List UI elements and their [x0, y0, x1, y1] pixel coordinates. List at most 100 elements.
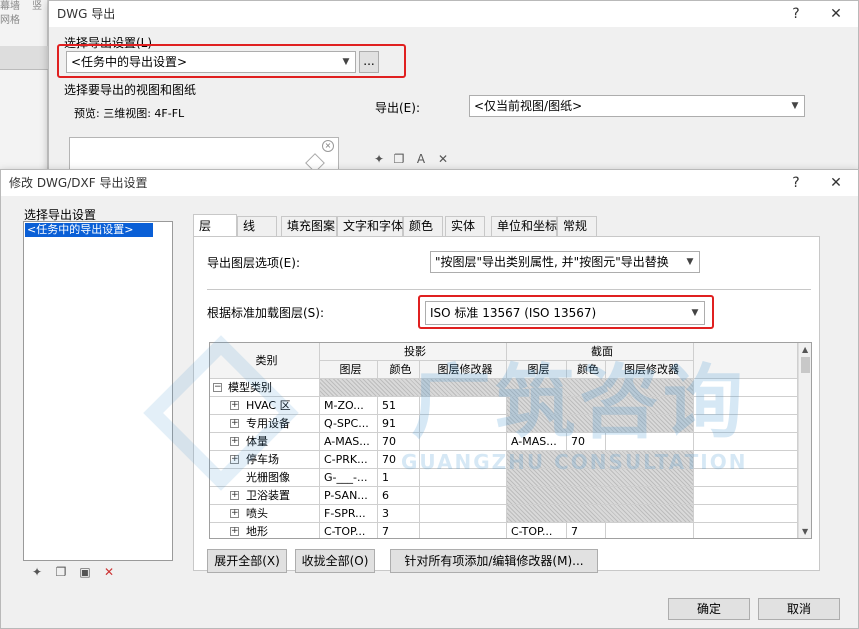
vertical-scrollbar[interactable]: ▲ ▼ — [798, 343, 811, 538]
help-button[interactable]: ? — [784, 1, 808, 27]
rename-icon[interactable]: ▣ — [77, 564, 93, 580]
projection-layer-cell[interactable]: F-SPR... — [320, 505, 378, 523]
separator — [207, 289, 811, 290]
table-row-category[interactable]: + 停车场 — [210, 451, 320, 469]
section-layer-cell[interactable]: A-MAS... — [507, 433, 567, 451]
projection-modifier-cell[interactable] — [420, 451, 507, 469]
projection-modifier-cell[interactable] — [420, 487, 507, 505]
projection-color-cell[interactable]: 70 — [378, 451, 420, 469]
row-filler — [694, 469, 798, 487]
tree-root[interactable]: − 模型类别 — [210, 379, 320, 397]
copy-icon[interactable]: ❐ — [391, 151, 407, 167]
dwg-dialog-title: DWG 导出 — [49, 1, 858, 27]
settings-list-item[interactable]: <任务中的导出设置> — [25, 223, 153, 237]
add-modifier-button[interactable]: 针对所有项添加/编辑修改器(M)... — [390, 549, 598, 573]
projection-color-cell[interactable]: 91 — [378, 415, 420, 433]
row-filler — [694, 379, 798, 397]
new-icon[interactable]: ✦ — [371, 151, 387, 167]
tab-lines[interactable]: 线 — [237, 216, 277, 236]
projection-color-cell[interactable]: 7 — [378, 523, 420, 538]
projection-color-cell[interactable]: 1 — [378, 469, 420, 487]
projection-layer-cell[interactable]: C-TOP... — [320, 523, 378, 538]
column-header: 图层修改器 — [606, 361, 694, 379]
cancel-button[interactable]: 取消 — [758, 598, 840, 620]
table-row-category[interactable]: + 地形 — [210, 523, 320, 538]
table-row-category[interactable]: + 体量 — [210, 433, 320, 451]
projection-modifier-cell[interactable] — [420, 505, 507, 523]
section-color-cell[interactable]: 7 — [567, 523, 606, 538]
expand-all-button[interactable]: 展开全部(X) — [207, 549, 287, 573]
section-color-cell[interactable]: 70 — [567, 433, 606, 451]
table-row-category[interactable]: + 专用设备 — [210, 415, 320, 433]
expand-icon[interactable]: + — [230, 509, 239, 518]
close-button[interactable]: ✕ — [824, 170, 848, 196]
category-header[interactable]: 类别 — [210, 343, 320, 379]
projection-modifier-cell[interactable] — [420, 433, 507, 451]
bg-toolbar — [0, 46, 48, 70]
scroll-down-icon[interactable]: ▼ — [802, 527, 808, 536]
projection-color-cell[interactable]: 3 — [378, 505, 420, 523]
delete-icon[interactable]: ✕ — [101, 564, 117, 580]
expand-icon[interactable]: + — [230, 455, 239, 464]
export-setting-dropdown[interactable]: <任务中的导出设置> ▼ — [66, 51, 356, 73]
tab-colors[interactable]: 颜色 — [403, 216, 443, 236]
more-settings-button[interactable]: ... — [359, 51, 379, 73]
tab-patterns[interactable]: 填充图案 — [281, 216, 337, 236]
expand-icon[interactable]: + — [230, 527, 239, 536]
close-button[interactable]: ✕ — [824, 1, 848, 27]
projection-layer-cell[interactable]: A-MAS... — [320, 433, 378, 451]
expand-icon[interactable]: + — [230, 419, 239, 428]
projection-layer-cell[interactable]: M-ZO... — [320, 397, 378, 415]
section-modifier-cell[interactable] — [606, 433, 694, 451]
column-header: 图层修改器 — [420, 361, 507, 379]
projection-modifier-cell[interactable] — [420, 397, 507, 415]
expand-icon[interactable]: + — [230, 437, 239, 446]
export-range-dropdown[interactable]: <仅当前视图/图纸> ▼ — [469, 95, 805, 117]
scrollbar-thumb[interactable] — [801, 357, 810, 373]
projection-color-cell[interactable]: 70 — [378, 433, 420, 451]
collapse-icon[interactable]: − — [213, 383, 222, 392]
close-icon[interactable]: × — [322, 140, 334, 152]
tab-general[interactable]: 常规 — [557, 216, 597, 236]
collapse-all-button[interactable]: 收拢全部(O) — [295, 549, 375, 573]
tab-text-fonts[interactable]: 文字和字体 — [337, 216, 403, 236]
projection-modifier-cell[interactable] — [420, 523, 507, 538]
section-hatch — [507, 469, 694, 487]
table-row-category[interactable]: + 卫浴装置 — [210, 487, 320, 505]
section-modifier-cell[interactable] — [606, 523, 694, 538]
export-label: 导出(E): — [375, 101, 420, 115]
projection-modifier-cell[interactable] — [420, 415, 507, 433]
tab-solids[interactable]: 实体 — [445, 216, 485, 236]
projection-color-cell[interactable]: 6 — [378, 487, 420, 505]
layer-options-dropdown[interactable]: "按图层"导出类别属性, 并"按图元"导出替换 ▼ — [430, 251, 700, 273]
projection-layer-cell[interactable]: G-___-... — [320, 469, 378, 487]
projection-layer-cell[interactable]: Q-SPC... — [320, 415, 378, 433]
expand-icon[interactable]: + — [230, 401, 239, 410]
projection-layer-cell[interactable]: P-SAN... — [320, 487, 378, 505]
views-label: 选择要导出的视图和图纸 — [64, 83, 197, 97]
table-row-category[interactable]: + HVAC 区 — [210, 397, 320, 415]
settings-list: <任务中的导出设置> — [23, 221, 173, 561]
rename-icon[interactable]: A — [413, 151, 429, 167]
help-button[interactable]: ? — [784, 170, 808, 196]
ok-button[interactable]: 确定 — [668, 598, 750, 620]
section-layer-cell[interactable]: C-TOP... — [507, 523, 567, 538]
expand-icon[interactable]: + — [230, 491, 239, 500]
layer-standard-dropdown[interactable]: ISO 标准 13567 (ISO 13567) ▼ — [425, 301, 705, 325]
scroll-up-icon[interactable]: ▲ — [802, 345, 808, 354]
modify-dialog-title: 修改 DWG/DXF 导出设置 — [1, 170, 858, 196]
root-hatch — [320, 379, 694, 397]
new-icon[interactable]: ✦ — [29, 564, 45, 580]
tab-layers[interactable]: 层 — [193, 214, 237, 236]
projection-layer-cell[interactable]: C-PRK... — [320, 451, 378, 469]
projection-color-cell[interactable]: 51 — [378, 397, 420, 415]
delete-icon[interactable]: ✕ — [435, 151, 451, 167]
projection-modifier-cell[interactable] — [420, 469, 507, 487]
tab-container: 层 线 填充图案 文字和字体 颜色 实体 单位和坐标 常规 导出图层选项(E):… — [193, 214, 820, 573]
copy-icon[interactable]: ❐ — [53, 564, 69, 580]
row-filler — [694, 505, 798, 523]
tab-units-coordinates[interactable]: 单位和坐标 — [491, 216, 557, 236]
row-filler — [694, 433, 798, 451]
table-row-category[interactable]: 光栅图像 — [210, 469, 320, 487]
table-row-category[interactable]: + 喷头 — [210, 505, 320, 523]
